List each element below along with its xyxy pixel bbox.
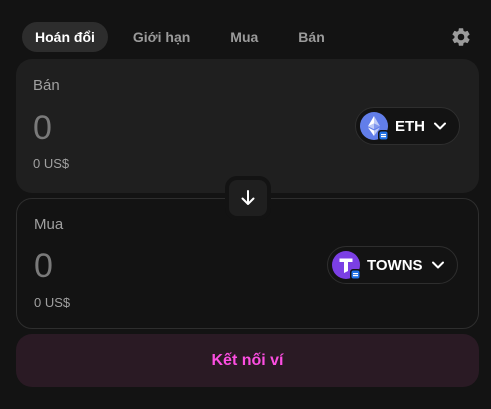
- buy-label: Mua: [34, 216, 64, 233]
- tab-sell[interactable]: Bán: [285, 22, 337, 52]
- chevron-down-icon: [431, 261, 444, 269]
- buy-usd-value: 0 US$: [34, 295, 71, 310]
- sell-amount-input[interactable]: 0: [33, 111, 52, 145]
- sell-panel: Bán 0 0 US$ ETH: [16, 59, 479, 193]
- towns-logo-icon: [331, 250, 361, 280]
- sell-token-symbol: ETH: [395, 117, 425, 135]
- arrow-down-icon: [241, 190, 255, 205]
- connect-wallet-button[interactable]: Kết nối ví: [16, 334, 479, 387]
- sell-label: Bán: [33, 77, 60, 94]
- tab-limit[interactable]: Giới hạn: [120, 22, 203, 52]
- chevron-down-icon: [434, 122, 446, 130]
- tab-buy[interactable]: Mua: [217, 22, 271, 52]
- sell-usd-value: 0 US$: [33, 156, 70, 171]
- switch-tokens-button[interactable]: [225, 176, 271, 220]
- buy-amount-input[interactable]: 0: [34, 249, 53, 283]
- buy-token-symbol: TOWNS: [367, 256, 423, 274]
- swap-tabs: Hoán đổi Giới hạn Mua Bán: [22, 22, 344, 52]
- buy-token-selector[interactable]: TOWNS: [327, 246, 458, 284]
- ethereum-logo-icon: [359, 111, 389, 141]
- gear-icon[interactable]: [450, 26, 472, 48]
- tab-swap[interactable]: Hoán đổi: [22, 22, 108, 52]
- sell-token-selector[interactable]: ETH: [355, 107, 460, 145]
